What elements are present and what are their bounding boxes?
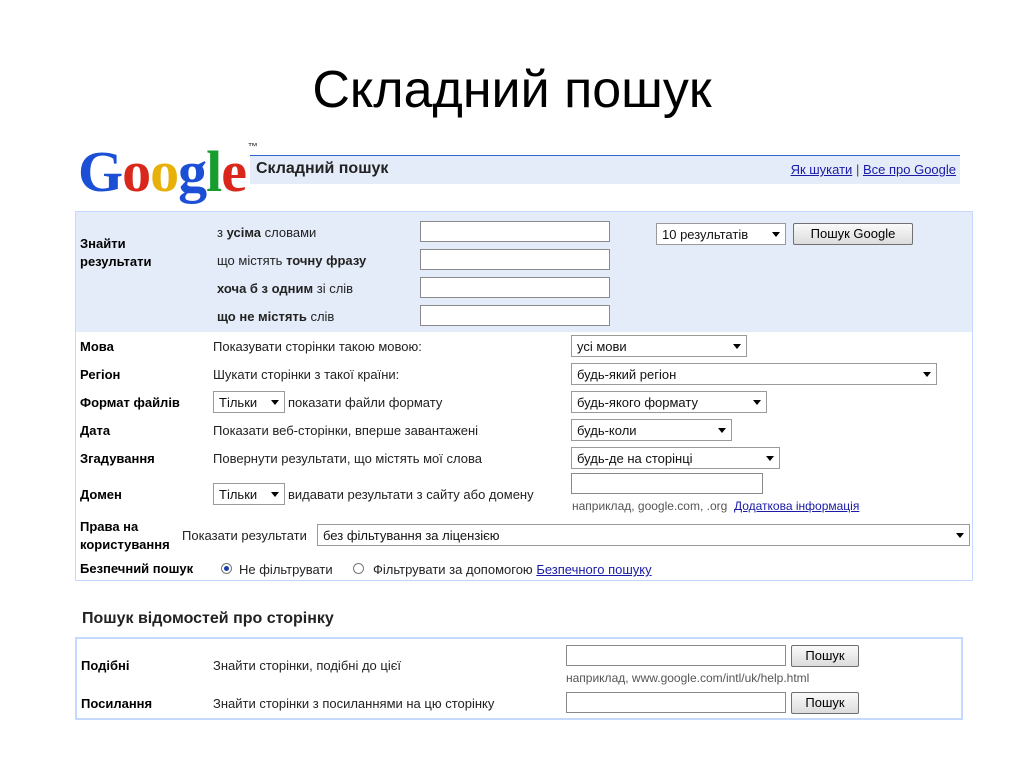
occurrence-select[interactable]: будь-де на сторінці <box>571 447 780 469</box>
links-desc: Знайти сторінки з посиланнями на цю стор… <box>213 696 495 711</box>
no-filter-label: Не фільтрувати <box>239 562 333 577</box>
language-label: Мова <box>80 339 114 354</box>
occurrence-desc: Повернути результати, що містять мої сло… <box>213 451 482 466</box>
find-results-label-2: результати <box>80 254 152 269</box>
domain-mode-select[interactable]: Тільки <box>213 483 285 505</box>
results-count-select[interactable]: 10 результатів <box>656 223 786 245</box>
chevron-down-icon <box>718 428 726 433</box>
trademark: ™ <box>248 142 258 153</box>
chevron-down-icon <box>923 372 931 377</box>
safe-search-label: Безпечний пошук <box>80 561 194 576</box>
date-select[interactable]: будь-коли <box>571 419 732 441</box>
header-bar: Складний пошук Як шукати | Все про Googl… <box>250 155 960 184</box>
about-google-link[interactable]: Все про Google <box>863 162 956 177</box>
exact-phrase-input[interactable] <box>420 249 610 270</box>
filter-label: Фільтрувати за допомогою Безпечного пошу… <box>373 562 652 577</box>
domain-hint: наприклад, google.com, .org Додаткова ін… <box>572 499 860 513</box>
more-info-link[interactable]: Додаткова інформація <box>734 499 859 513</box>
usage-rights-select[interactable]: без фільтування за ліцензією <box>317 524 970 546</box>
date-label: Дата <box>80 423 111 438</box>
no-filter-radio[interactable] <box>221 563 232 574</box>
domain-label: Домен <box>80 487 122 502</box>
chevron-down-icon <box>271 400 279 405</box>
chevron-down-icon <box>772 232 780 237</box>
any-words-label: хоча б з одним зі слів <box>217 281 354 296</box>
similar-hint: наприклад, www.google.com/intl/uk/help.h… <box>566 671 810 685</box>
page-info-title: Пошук відомостей про сторінку <box>82 610 334 627</box>
filetype-label: Формат файлів <box>80 395 180 410</box>
language-select[interactable]: усі мови <box>571 335 747 357</box>
links-label: Посилання <box>81 696 153 711</box>
google-search-button[interactable]: Пошук Google <box>793 223 913 245</box>
usage-rights-label-1: Права на <box>80 519 139 534</box>
domain-input[interactable] <box>571 473 763 494</box>
chevron-down-icon <box>956 533 964 538</box>
header-links: Як шукати | Все про Google <box>791 162 956 177</box>
filetype-desc: показати файли формату <box>288 395 443 410</box>
exact-phrase-label: що містять точну фразу <box>217 253 367 268</box>
any-words-input[interactable] <box>420 277 610 298</box>
region-select[interactable]: будь-який регіон <box>571 363 937 385</box>
links-input[interactable] <box>566 692 786 713</box>
page-info-form: Подібні Знайти сторінки, подібні до цієї… <box>75 637 963 720</box>
region-desc: Шукати сторінки з такої країни: <box>213 367 400 382</box>
chevron-down-icon <box>753 400 761 405</box>
find-results-label-1: Знайти <box>80 236 126 251</box>
region-label: Регіон <box>80 367 121 382</box>
links-search-button[interactable]: Пошук <box>791 692 859 714</box>
advanced-search-form: Знайти результати з усіма словами що міс… <box>75 211 973 581</box>
page-title: Складний пошук <box>256 160 389 177</box>
google-logo[interactable]: Google ™ <box>78 142 258 201</box>
filetype-mode-select[interactable]: Тільки <box>213 391 285 413</box>
domain-desc: видавати результати з сайту або домену <box>288 487 534 502</box>
without-words-label: що не містять слів <box>217 309 335 324</box>
similar-label: Подібні <box>81 658 130 673</box>
filter-radio[interactable] <box>353 563 364 574</box>
slide-title: Складний пошук <box>312 61 712 119</box>
usage-rights-desc: Показати результати <box>182 528 307 543</box>
similar-input[interactable] <box>566 645 786 666</box>
safe-search-link[interactable]: Безпечного пошуку <box>536 562 651 577</box>
chevron-down-icon <box>733 344 741 349</box>
all-words-label: з усіма словами <box>217 225 317 240</box>
language-desc: Показувати сторінки такою мовою: <box>213 339 422 354</box>
how-to-search-link[interactable]: Як шукати <box>791 162 853 177</box>
occurrence-label: Згадування <box>80 451 155 466</box>
similar-search-button[interactable]: Пошук <box>791 645 859 667</box>
header-separator: | <box>855 162 860 177</box>
without-words-input[interactable] <box>420 305 610 326</box>
similar-desc: Знайти сторінки, подібні до цієї <box>213 658 401 673</box>
usage-rights-label-2: користування <box>80 537 170 552</box>
chevron-down-icon <box>271 492 279 497</box>
date-desc: Показати веб-сторінки, вперше завантажен… <box>213 423 479 438</box>
chevron-down-icon <box>766 456 774 461</box>
filetype-select[interactable]: будь-якого формату <box>571 391 767 413</box>
all-words-input[interactable] <box>420 221 610 242</box>
